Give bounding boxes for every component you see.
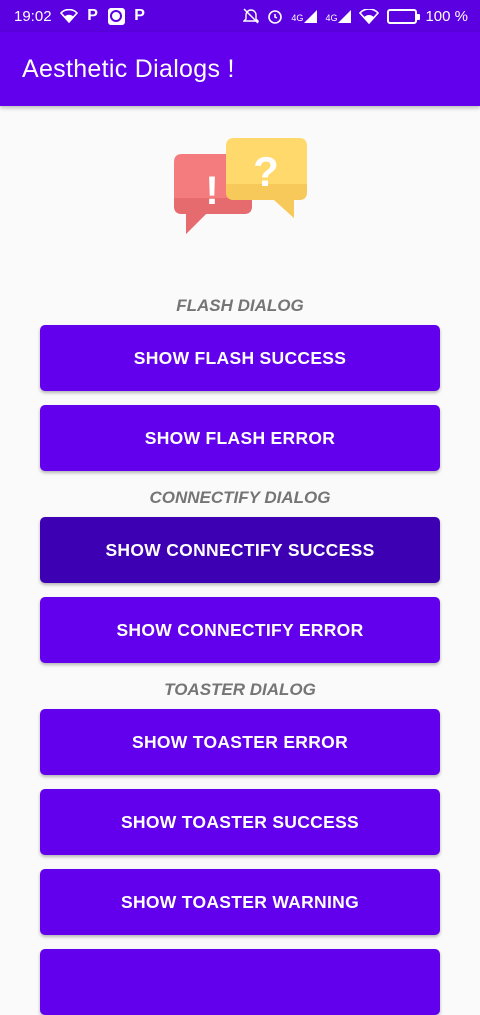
main-content: ! ? FLASH DIALOG SHOW FLASH SUCCESS SHOW…	[0, 106, 480, 1015]
show-connectify-success-button[interactable]: SHOW CONNECTIFY SUCCESS	[40, 517, 440, 583]
clock: 19:02	[14, 7, 52, 25]
show-flash-success-button[interactable]: SHOW FLASH SUCCESS	[40, 325, 440, 391]
show-flash-error-button[interactable]: SHOW FLASH ERROR	[40, 405, 440, 471]
signal-icon-2: 4G	[325, 9, 352, 23]
toaster-dialog-label: TOASTER DIALOG	[164, 680, 316, 699]
exclamation-glyph: !	[205, 169, 218, 213]
dialogs-logo-icon: ! ?	[174, 138, 307, 234]
battery-icon	[387, 8, 421, 24]
show-toaster-error-button[interactable]: SHOW TOASTER ERROR	[40, 709, 440, 775]
net-label-1: 4G	[291, 12, 304, 23]
partially-visible-button[interactable]	[40, 949, 440, 1015]
show-toaster-warning-button[interactable]: SHOW TOASTER WARNING	[40, 869, 440, 935]
battery-text: 100 %	[425, 7, 468, 25]
app-bar: Aesthetic Dialogs !	[0, 32, 480, 106]
show-connectify-error-button[interactable]: SHOW CONNECTIFY ERROR	[40, 597, 440, 663]
question-glyph: ?	[253, 148, 279, 195]
status-left: 19:02 P P	[14, 7, 147, 25]
mute-icon	[243, 8, 260, 24]
show-toaster-success-button[interactable]: SHOW TOASTER SUCCESS	[40, 789, 440, 855]
parking-icon: P	[87, 7, 98, 24]
wifi-icon-right	[359, 8, 380, 24]
wifi-icon	[59, 9, 78, 23]
record-icon	[107, 7, 125, 25]
parking-icon-2: P	[134, 7, 145, 24]
signal-icon-1: 4G	[291, 9, 318, 23]
status-right: 4G 4G 100 %	[243, 8, 468, 25]
alarm-icon	[268, 10, 283, 24]
app-title: Aesthetic Dialogs !	[22, 54, 235, 83]
flash-dialog-label: FLASH DIALOG	[176, 296, 304, 315]
net-label-2: 4G	[325, 12, 338, 23]
connectify-dialog-label: CONNECTIFY DIALOG	[149, 488, 331, 507]
status-bar: 19:02 P P 4G 4G 100 %	[0, 0, 480, 32]
